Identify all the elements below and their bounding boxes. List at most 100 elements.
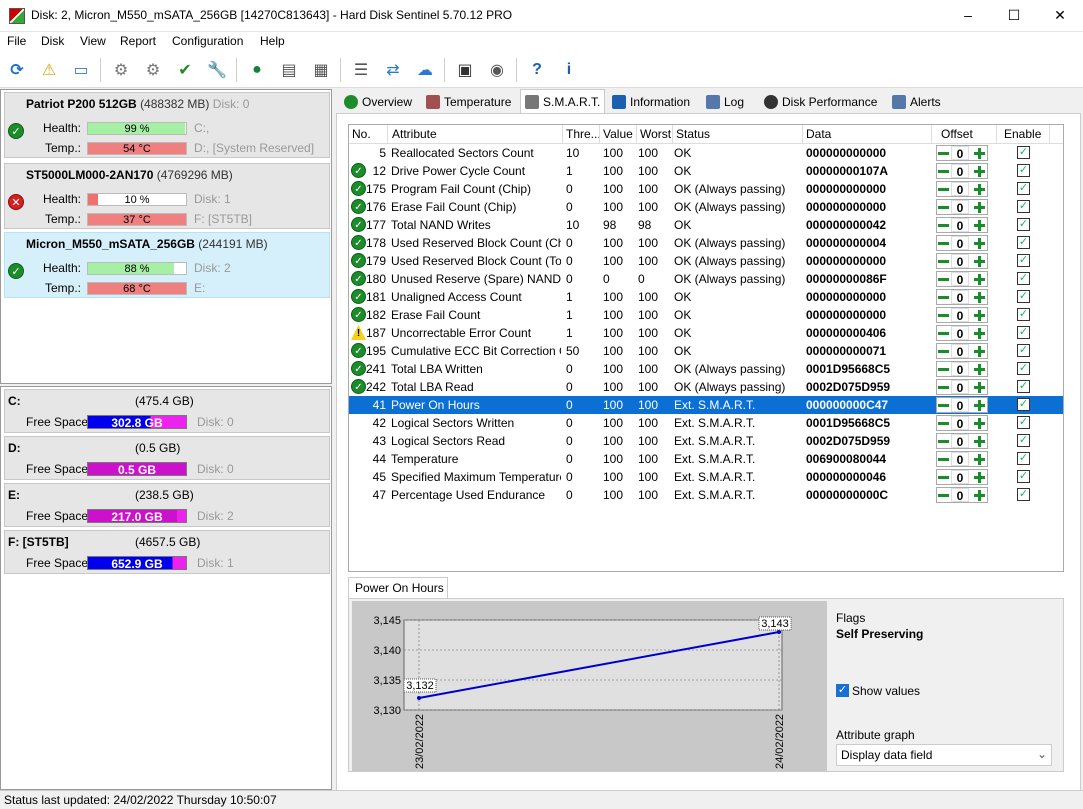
tab-overview[interactable]: Overview xyxy=(340,91,416,113)
offset-stepper[interactable]: 0 xyxy=(936,397,988,413)
col-header-offset[interactable]: Offset xyxy=(941,125,973,143)
tab-alerts[interactable]: Alerts xyxy=(888,91,945,113)
enable-checkbox[interactable]: ✓ xyxy=(1017,452,1030,465)
enable-checkbox[interactable]: ✓ xyxy=(1017,398,1030,411)
table-row[interactable]: ✓ 181 Unaligned Access Count 1 100 100 O… xyxy=(349,288,1063,306)
offset-stepper[interactable]: 0 xyxy=(936,163,988,179)
enable-checkbox[interactable]: ✓ xyxy=(1017,254,1030,267)
table-row[interactable]: ! 187 Uncorrectable Error Count 1 100 10… xyxy=(349,324,1063,342)
maximize-button[interactable]: ☐ xyxy=(991,0,1037,32)
menu-report[interactable]: Report xyxy=(120,34,156,48)
minus-icon[interactable] xyxy=(938,350,949,353)
minus-icon[interactable] xyxy=(938,404,949,407)
tab-disk-performance[interactable]: Disk Performance xyxy=(760,91,881,113)
table-row[interactable]: ✓ 180 Unused Reserve (Spare) NAND Bl... … xyxy=(349,270,1063,288)
table-row[interactable]: ✓ 177 Total NAND Writes 10 98 98 OK 0000… xyxy=(349,216,1063,234)
col-header-value[interactable]: Value xyxy=(603,125,633,143)
offset-value[interactable]: 0 xyxy=(951,488,969,503)
col-header-worst[interactable]: Worst xyxy=(640,125,671,143)
col-header-no[interactable]: No. xyxy=(352,125,371,143)
enable-checkbox[interactable]: ✓ xyxy=(1017,200,1030,213)
col-header-threshold[interactable]: Thre... xyxy=(566,125,601,143)
offset-stepper[interactable]: 0 xyxy=(936,469,988,485)
offset-stepper[interactable]: 0 xyxy=(936,343,988,359)
table-row[interactable]: ✓ 12 Drive Power Cycle Count 1 100 100 O… xyxy=(349,162,1063,180)
minus-icon[interactable] xyxy=(938,368,949,371)
offset-value[interactable]: 0 xyxy=(951,218,969,233)
minus-icon[interactable] xyxy=(938,386,949,389)
tab-s-m-a-r-t[interactable]: S.M.A.R.T. xyxy=(520,89,606,113)
refresh-icon[interactable]: ⟳ xyxy=(4,57,30,83)
enable-checkbox[interactable]: ✓ xyxy=(1017,236,1030,249)
enable-checkbox[interactable]: ✓ xyxy=(1017,470,1030,483)
minus-icon[interactable] xyxy=(938,494,949,497)
attribute-graph-select[interactable]: Display data field ⌄ xyxy=(836,744,1052,766)
table-row[interactable]: ✓ 182 Erase Fail Count 1 100 100 OK 0000… xyxy=(349,306,1063,324)
offset-value[interactable]: 0 xyxy=(951,308,969,323)
enable-checkbox[interactable]: ✓ xyxy=(1017,434,1030,447)
minus-icon[interactable] xyxy=(938,422,949,425)
offset-value[interactable]: 0 xyxy=(951,200,969,215)
help-icon[interactable]: ? xyxy=(524,57,550,83)
volume-entry[interactable]: F: [ST5TB] (4657.5 GB) Free Space 652.9 … xyxy=(4,530,330,574)
minus-icon[interactable] xyxy=(938,242,949,245)
enable-checkbox[interactable]: ✓ xyxy=(1017,344,1030,357)
disk-entry[interactable]: Micron_M550_mSATA_256GB (244191 MB) ✓ He… xyxy=(4,232,330,298)
table-row[interactable]: 42 Logical Sectors Written 0 100 100 Ext… xyxy=(349,414,1063,432)
info-icon[interactable]: i xyxy=(556,57,582,83)
graph-tab-power-on-hours[interactable]: Power On Hours xyxy=(348,577,448,599)
offset-stepper[interactable]: 0 xyxy=(936,415,988,431)
disk-entry[interactable]: ST5000LM000-2AN170 (4769296 MB) ✕ Health… xyxy=(4,163,330,229)
enable-checkbox[interactable]: ✓ xyxy=(1017,380,1030,393)
menu-configuration[interactable]: Configuration xyxy=(172,34,243,48)
offset-stepper[interactable]: 0 xyxy=(936,181,988,197)
enable-checkbox[interactable]: ✓ xyxy=(1017,326,1030,339)
offset-value[interactable]: 0 xyxy=(951,254,969,269)
table-row[interactable]: 43 Logical Sectors Read 0 100 100 Ext. S… xyxy=(349,432,1063,450)
enable-checkbox[interactable]: ✓ xyxy=(1017,182,1030,195)
menu-view[interactable]: View xyxy=(80,34,106,48)
offset-stepper[interactable]: 0 xyxy=(936,487,988,503)
enable-checkbox[interactable]: ✓ xyxy=(1017,164,1030,177)
enable-checkbox[interactable]: ✓ xyxy=(1017,272,1030,285)
disk-tools-icon[interactable]: 🔧 xyxy=(204,57,230,83)
table-row[interactable]: ✓ 178 Used Reserved Block Count (Chip) 0… xyxy=(349,234,1063,252)
offset-value[interactable]: 0 xyxy=(951,164,969,179)
volume-entry[interactable]: E: (238.5 GB) Free Space 217.0 GB Disk: … xyxy=(4,483,330,527)
minus-icon[interactable] xyxy=(938,296,949,299)
enable-checkbox[interactable]: ✓ xyxy=(1017,362,1030,375)
enable-checkbox[interactable]: ✓ xyxy=(1017,290,1030,303)
table-row[interactable]: ✓ 179 Used Reserved Block Count (Total) … xyxy=(349,252,1063,270)
disk-test2-icon[interactable]: ⚙ xyxy=(140,57,166,83)
minus-icon[interactable] xyxy=(938,314,949,317)
offset-stepper[interactable]: 0 xyxy=(936,433,988,449)
disk-check-icon[interactable]: ✔ xyxy=(172,57,198,83)
speaker-icon[interactable]: ◉ xyxy=(484,57,510,83)
minus-icon[interactable] xyxy=(938,476,949,479)
printer-icon[interactable]: ▦ xyxy=(308,57,334,83)
enable-checkbox[interactable]: ✓ xyxy=(1017,218,1030,231)
enable-checkbox[interactable]: ✓ xyxy=(1017,488,1030,501)
offset-value[interactable]: 0 xyxy=(951,434,969,449)
table-row[interactable]: 45 Specified Maximum Temperature 0 100 1… xyxy=(349,468,1063,486)
tab-temperature[interactable]: Temperature xyxy=(422,91,515,113)
minus-icon[interactable] xyxy=(938,152,949,155)
offset-stepper[interactable]: 0 xyxy=(936,271,988,287)
col-header-attribute[interactable]: Attribute xyxy=(392,125,437,143)
offset-value[interactable]: 0 xyxy=(951,344,969,359)
volume-entry[interactable]: D: (0.5 GB) Free Space 0.5 GB Disk: 0 xyxy=(4,436,330,480)
col-header-enable[interactable]: Enable xyxy=(1004,125,1041,143)
offset-value[interactable]: 0 xyxy=(951,380,969,395)
offset-value[interactable]: 0 xyxy=(951,182,969,197)
minus-icon[interactable] xyxy=(938,170,949,173)
menu-disk[interactable]: Disk xyxy=(41,34,64,48)
minus-icon[interactable] xyxy=(938,206,949,209)
table-row[interactable]: 44 Temperature 0 100 100 Ext. S.M.A.R.T.… xyxy=(349,450,1063,468)
offset-value[interactable]: 0 xyxy=(951,362,969,377)
menu-file[interactable]: File xyxy=(7,34,26,48)
show-values-checkbox[interactable]: ✓ xyxy=(836,684,849,697)
offset-stepper[interactable]: 0 xyxy=(936,235,988,251)
show-values-label[interactable]: Show values xyxy=(852,684,920,698)
warning-icon[interactable]: ⚠ xyxy=(36,57,62,83)
network-globe-icon[interactable]: ● xyxy=(244,57,270,83)
